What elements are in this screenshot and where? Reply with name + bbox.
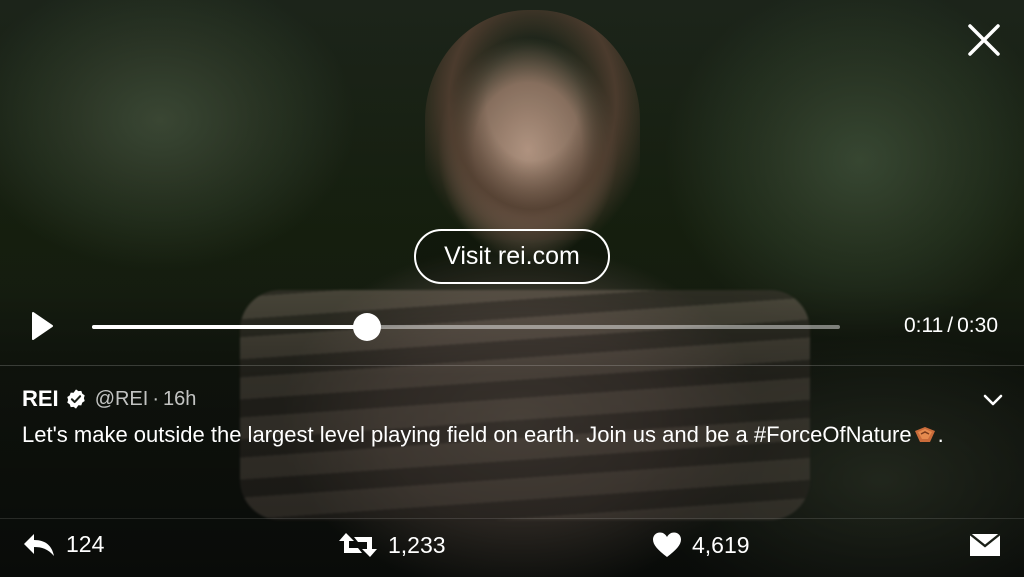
current-time: 0:11 <box>903 314 944 337</box>
reply-count: 124 <box>66 531 105 557</box>
author-handle[interactable]: @REI <box>95 386 149 412</box>
time-separator: / <box>947 314 954 337</box>
chevron-down-icon[interactable] <box>982 392 1004 408</box>
duration: 0:30 <box>957 314 998 337</box>
retweet-count: 1,233 <box>388 531 446 558</box>
tweet-text: Let's make outside the largest level pla… <box>22 418 982 451</box>
tweet-header: REI @REI · 16h <box>22 386 982 412</box>
divider <box>0 365 1024 366</box>
meta-separator: · <box>152 388 160 410</box>
direct-message-icon <box>969 533 1001 556</box>
tweet-timestamp[interactable]: 16h <box>163 386 196 412</box>
author-name[interactable]: REI <box>22 386 59 412</box>
retweet-button[interactable]: 1,233 <box>338 531 446 559</box>
reply-button[interactable]: 124 <box>22 531 104 558</box>
visit-website-button[interactable]: Visit rei.com <box>414 229 610 284</box>
video-overlay-shade <box>0 0 1024 577</box>
rei-emoji-icon <box>914 427 935 442</box>
heart-icon <box>653 532 681 557</box>
direct-message-button[interactable] <box>968 531 1002 559</box>
video-player[interactable]: Visit rei.com 0:11/0:30 REI @REI · 16h L… <box>0 0 1024 577</box>
hashtag-link[interactable]: #ForceOfNature <box>754 422 912 447</box>
video-progress-fill <box>92 325 367 329</box>
play-icon <box>32 312 53 340</box>
verified-badge-icon <box>66 389 85 409</box>
video-scrubber-handle[interactable] <box>352 313 381 341</box>
video-progress-bar[interactable] <box>92 313 840 341</box>
tweet-text-body: Let's make outside the largest level pla… <box>22 422 754 447</box>
tweet-text-end: . <box>937 422 944 447</box>
like-count: 4,619 <box>692 531 750 558</box>
tweet: REI @REI · 16h Let's make outside the la… <box>22 386 982 451</box>
reply-icon <box>24 533 54 556</box>
retweet-icon <box>339 533 377 557</box>
play-button[interactable] <box>30 311 56 341</box>
video-time: 0:11/0:30 <box>904 314 998 338</box>
close-icon <box>968 24 1000 56</box>
like-button[interactable]: 4,619 <box>652 531 750 559</box>
actions-divider <box>0 518 1024 519</box>
close-button[interactable] <box>966 22 1002 58</box>
